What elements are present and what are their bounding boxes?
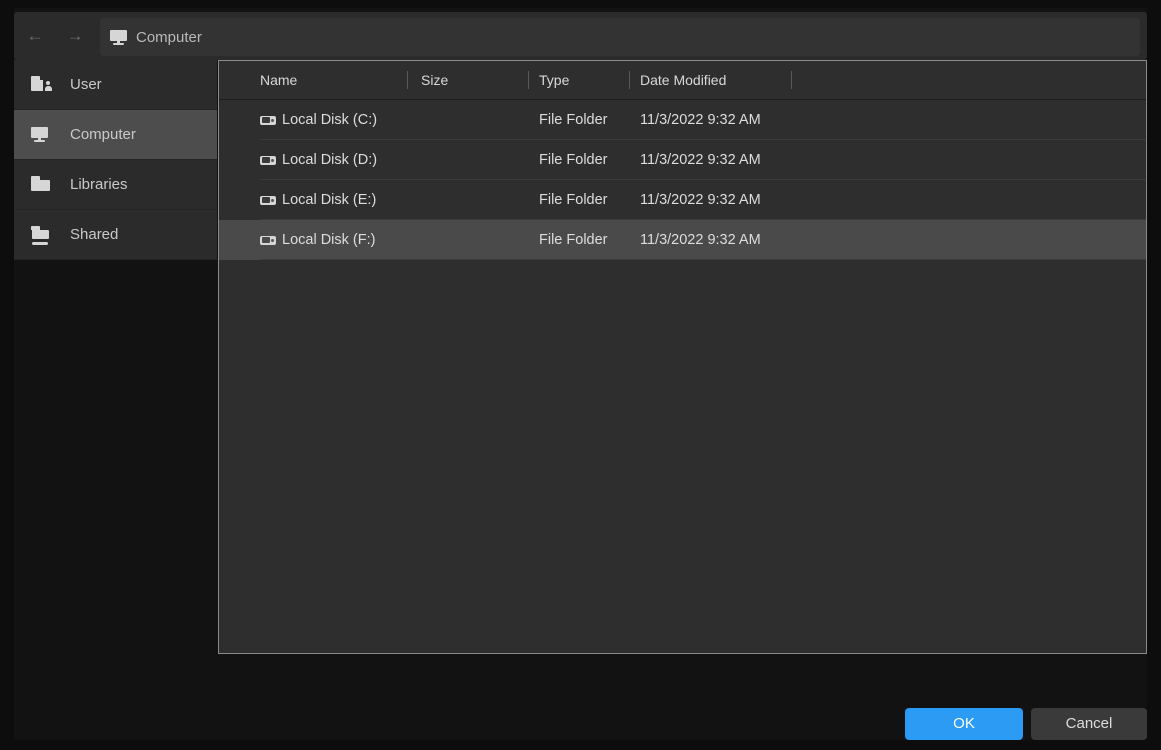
hard-disk-icon [260,155,276,165]
ok-button[interactable]: OK [905,708,1023,740]
cell-name: Local Disk (C:) [260,100,377,140]
sidebar-item-computer[interactable]: Computer [14,110,217,160]
cell-type: File Folder [539,112,608,128]
table-row[interactable]: Local Disk (E:) File Folder 11/3/2022 9:… [219,180,1146,220]
file-name-label: Local Disk (F:) [282,232,376,248]
table-row[interactable]: Local Disk (C:) File Folder 11/3/2022 9:… [219,100,1146,140]
sidebar: User Computer Libraries Shared [14,60,217,260]
column-header-size[interactable]: Size [421,61,448,99]
cell-type: File Folder [539,232,608,248]
sidebar-item-shared[interactable]: Shared [14,210,217,260]
cell-date: 11/3/2022 9:32 AM [640,192,761,208]
sidebar-item-label: User [70,76,102,93]
column-header-date[interactable]: Date Modified [640,61,726,99]
cell-date: 11/3/2022 9:32 AM [640,232,761,248]
cell-type: File Folder [539,192,608,208]
navigation-bar: ← → Computer [14,12,1147,60]
cell-name: Local Disk (F:) [260,220,375,260]
hard-disk-icon [260,115,276,125]
hard-disk-icon [260,235,276,245]
table-row[interactable]: Local Disk (F:) File Folder 11/3/2022 9:… [219,220,1146,260]
shared-folder-icon [31,225,53,245]
dialog-footer: OK Cancel [14,654,1147,740]
sidebar-item-libraries[interactable]: Libraries [14,160,217,210]
column-divider[interactable] [791,71,792,89]
forward-arrow-icon[interactable]: → [64,26,86,48]
back-arrow-icon[interactable]: ← [24,26,46,48]
sidebar-item-label: Computer [70,126,136,143]
sidebar-item-label: Shared [70,226,119,243]
column-divider[interactable] [629,71,630,89]
breadcrumb[interactable]: Computer [100,18,1140,56]
column-header-name[interactable]: Name [260,61,297,99]
file-list-header: Name Size Type Date Modified [219,61,1146,100]
column-divider[interactable] [407,71,408,89]
file-name-label: Local Disk (E:) [282,192,377,208]
sidebar-item-label: Libraries [70,176,128,193]
column-header-type[interactable]: Type [539,61,569,99]
file-name-label: Local Disk (C:) [282,112,378,128]
file-browser-dialog: ← → Computer User Computer Libraries Sha… [0,0,1161,750]
table-row[interactable]: Local Disk (D:) File Folder 11/3/2022 9:… [219,140,1146,180]
cell-name: Local Disk (D:) [260,140,377,180]
cancel-button[interactable]: Cancel [1031,708,1147,740]
hard-disk-icon [260,195,276,205]
cell-type: File Folder [539,152,608,168]
cell-date: 11/3/2022 9:32 AM [640,152,761,168]
file-list-rows: Local Disk (C:) File Folder 11/3/2022 9:… [219,100,1146,260]
cell-date: 11/3/2022 9:32 AM [640,112,761,128]
computer-monitor-icon [110,29,127,45]
computer-monitor-icon [31,126,53,144]
user-folder-icon [31,75,53,94]
breadcrumb-label: Computer [136,28,202,46]
cell-name: Local Disk (E:) [260,180,376,220]
folder-icon [31,175,53,194]
file-list-panel: Name Size Type Date Modified Local Disk … [218,60,1147,654]
sidebar-item-user[interactable]: User [14,60,217,110]
file-name-label: Local Disk (D:) [282,152,378,168]
column-divider[interactable] [528,71,529,89]
